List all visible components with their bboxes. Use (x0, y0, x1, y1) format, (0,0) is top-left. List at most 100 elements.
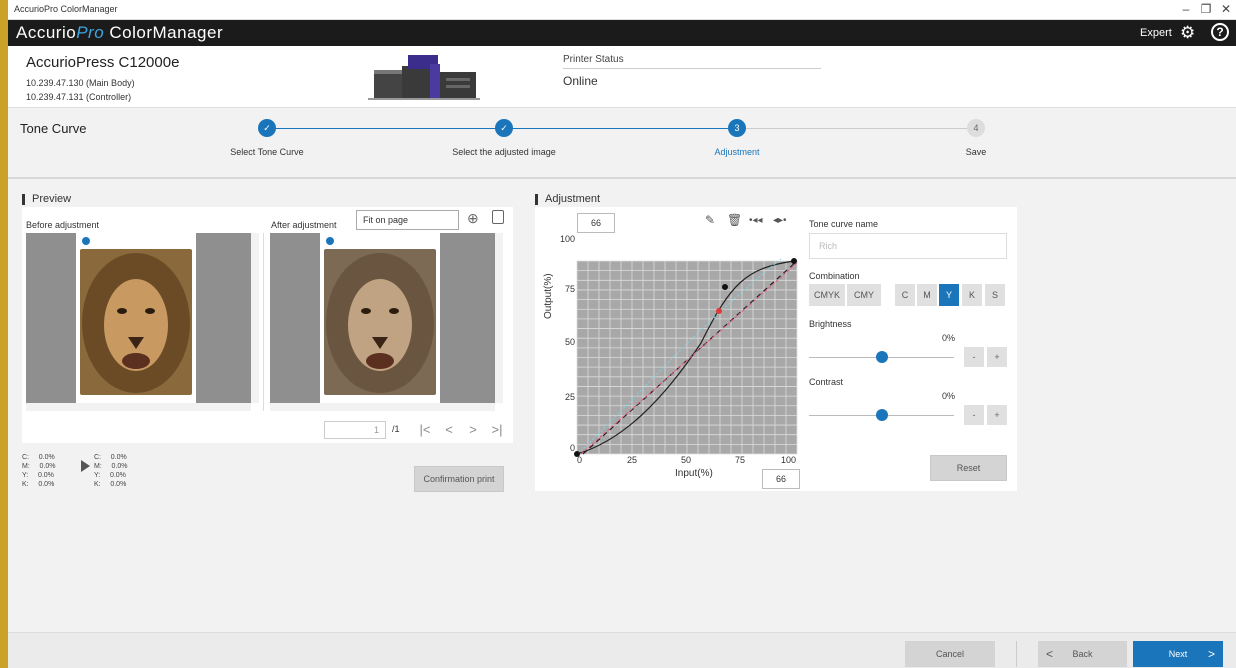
cmyk-readout-after: C: 0.0% M: 0.0% Y: 0.0% K: 0.0% (94, 454, 128, 488)
after-page (320, 233, 440, 403)
previous-point-icon[interactable]: •◂◂ (749, 215, 763, 226)
footer-bar: Cancel < Back Next > (8, 632, 1236, 668)
adjustment-panel: 66 ✎ 🗑 •◂◂ ◂▸• Output(%) 100 75 50 25 0 … (535, 207, 1017, 491)
next-button[interactable]: Next > (1133, 641, 1223, 667)
step-3-number: 3 (728, 119, 746, 137)
tone-curve-name-label: Tone curve name (809, 219, 879, 229)
combination-m-button[interactable]: M (917, 284, 937, 306)
last-page-icon[interactable]: >| (486, 420, 508, 440)
minimize-icon[interactable]: – (1176, 2, 1196, 16)
before-vertical-scrollbar[interactable] (251, 233, 259, 403)
pane-divider (263, 233, 264, 411)
step-connector-1 (274, 128, 504, 129)
eyedropper-icon[interactable]: ✎ (705, 213, 715, 227)
curve-point-1 (722, 284, 728, 290)
back-button[interactable]: < Back (1038, 641, 1127, 667)
after-vertical-scrollbar[interactable] (495, 233, 503, 403)
step-connector-3 (745, 128, 975, 129)
next-point-icon[interactable]: ◂▸• (773, 215, 787, 226)
combination-y-button[interactable]: Y (939, 284, 959, 306)
contrast-plus-button[interactable]: + (987, 405, 1007, 425)
help-icon[interactable]: ? (1211, 23, 1229, 41)
contrast-minus-button[interactable]: - (964, 405, 984, 425)
combination-cmy-button[interactable]: CMY (847, 284, 881, 306)
y-tick-50: 50 (564, 337, 575, 347)
play-icon (81, 460, 90, 472)
brightness-minus-button[interactable]: - (964, 347, 984, 367)
brightness-plus-button[interactable]: + (987, 347, 1007, 367)
step-2-label: Select the adjusted image (452, 147, 556, 157)
gear-icon[interactable]: ⚙ (1180, 23, 1195, 43)
step-2-check-icon: ✓ (495, 119, 513, 137)
y-tick-25: 25 (564, 392, 575, 402)
step-4-label: Save (965, 147, 987, 157)
after-adjustment-label: After adjustment (271, 220, 337, 230)
step-4-number: 4 (967, 119, 985, 137)
combination-label: Combination (809, 271, 860, 281)
brightness-label: Brightness (809, 319, 852, 329)
y-axis-label: Output(%) (543, 273, 554, 319)
after-horizontal-scrollbar[interactable] (270, 403, 495, 411)
brand-logo-icon (326, 237, 334, 245)
chevron-left-icon: < (1046, 647, 1054, 661)
before-horizontal-scrollbar[interactable] (26, 403, 251, 411)
device-info-bar: AccurioPress C12000e 10.239.47.130 (Main… (8, 46, 1236, 108)
brightness-slider-knob[interactable] (876, 351, 888, 363)
contrast-label: Contrast (809, 377, 844, 387)
step-connector-2 (512, 128, 737, 129)
after-preview-pane[interactable] (270, 233, 495, 403)
curve-point-selected (716, 308, 722, 314)
step-1-label: Select Tone Curve (230, 147, 304, 157)
page-title: Tone Curve (20, 121, 87, 136)
printer-status-value: Online (563, 74, 598, 88)
rotate-icon[interactable] (492, 210, 504, 224)
x-tick-75: 75 (735, 455, 746, 465)
trash-icon[interactable]: 🗑 (727, 213, 742, 227)
printer-status-label: Printer Status (563, 54, 624, 65)
input-value-input[interactable]: 66 (762, 469, 800, 489)
footer-divider (1016, 641, 1017, 667)
app-header: AccurioPro ColorManager Expert ⚙ ? (8, 20, 1236, 46)
next-page-icon[interactable]: > (462, 420, 484, 440)
window-title-bar: AccurioPro ColorManager – ❐ ✕ (8, 0, 1236, 20)
x-axis-label: Input(%) (675, 468, 713, 479)
wizard-steps: Tone Curve ✓ ✓ 3 4 Select Tone Curve Sel… (8, 109, 1236, 179)
reset-button[interactable]: Reset (930, 455, 1007, 481)
before-page (76, 233, 196, 403)
ip-controller: 10.239.47.131 (Controller) (26, 92, 132, 102)
chevron-right-icon: > (1207, 647, 1215, 661)
x-tick-50: 50 (681, 455, 692, 465)
tone-curve-name-input[interactable]: Rich (809, 233, 1007, 259)
brightness-value: 0% (942, 333, 956, 343)
combination-k-button[interactable]: K (962, 284, 982, 306)
close-icon[interactable]: ✕ (1216, 2, 1236, 16)
x-tick-0: 0 (577, 455, 583, 465)
page-number-input[interactable]: 1 (324, 421, 386, 439)
step-1-check-icon: ✓ (258, 119, 276, 137)
previous-page-icon[interactable]: < (438, 420, 460, 440)
step-3-label: Adjustment (714, 147, 760, 157)
cancel-button[interactable]: Cancel (905, 641, 995, 667)
combination-cmyk-button[interactable]: CMYK (809, 284, 845, 306)
output-value-input[interactable]: 66 (577, 213, 615, 233)
lion-photo-before (80, 249, 192, 395)
x-tick-100: 100 (781, 455, 797, 465)
device-name: AccurioPress C12000e (26, 54, 180, 71)
page-total: /1 (392, 424, 400, 434)
tone-curve-graph[interactable] (541, 233, 805, 487)
y-tick-100: 100 (559, 234, 575, 244)
combination-c-button[interactable]: C (895, 284, 915, 306)
zoom-icon[interactable]: ⊕ (467, 210, 479, 227)
preview-panel: Before adjustment After adjustment Fit o… (22, 207, 513, 443)
y-tick-75: 75 (564, 284, 575, 294)
before-preview-pane[interactable] (26, 233, 251, 403)
contrast-slider-knob[interactable] (876, 409, 888, 421)
expert-mode-label[interactable]: Expert (1140, 27, 1172, 39)
fit-select[interactable]: Fit on page (356, 210, 459, 230)
cmyk-readout-before: C: 0.0% M: 0.0% Y: 0.0% K: 0.0% (22, 454, 56, 488)
confirmation-print-button[interactable]: Confirmation print (414, 466, 504, 492)
first-page-icon[interactable]: |< (414, 420, 436, 440)
before-adjustment-label: Before adjustment (26, 220, 100, 230)
restore-icon[interactable]: ❐ (1196, 2, 1216, 16)
combination-s-button[interactable]: S (985, 284, 1005, 306)
